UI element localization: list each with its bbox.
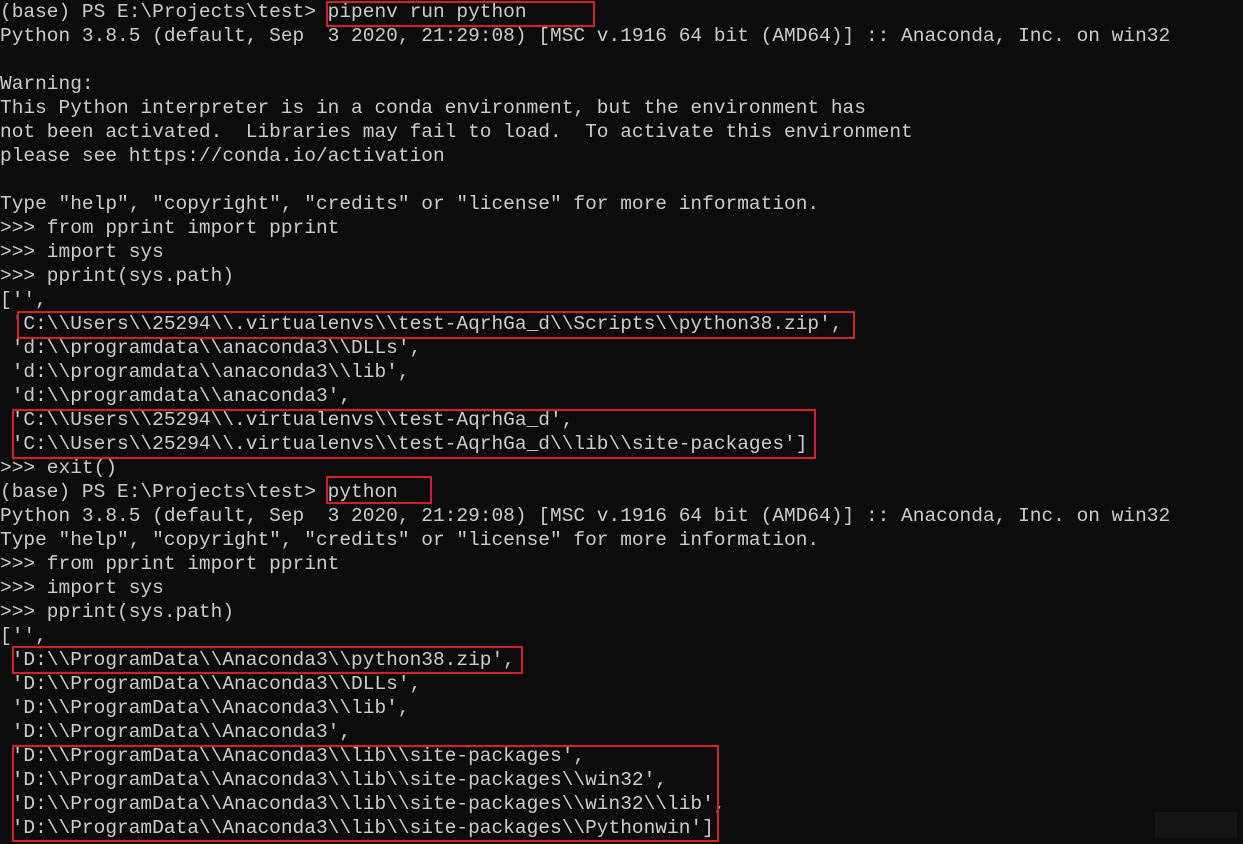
terminal-line: 'D:\\ProgramData\\Anaconda3\\DLLs', xyxy=(0,673,422,695)
highlight-python-command xyxy=(326,476,432,504)
highlight-conda-site-packages xyxy=(12,745,719,842)
terminal-line: ['', xyxy=(0,289,47,311)
terminal-line: not been activated. Libraries may fail t… xyxy=(0,121,913,143)
terminal-line: 'D:\\ProgramData\\Anaconda3', xyxy=(0,721,352,743)
terminal-line: >>> from pprint import pprint xyxy=(0,217,340,239)
watermark-logo xyxy=(1155,812,1237,838)
terminal-line: Python 3.8.5 (default, Sep 3 2020, 21:29… xyxy=(0,505,1171,527)
terminal-line: 'd:\\programdata\\anaconda3\\DLLs', xyxy=(0,337,422,359)
terminal-line: >>> import sys xyxy=(0,577,164,599)
terminal-line: Warning: xyxy=(0,73,94,95)
terminal-line: >>> exit() xyxy=(0,457,118,479)
terminal-line: Python 3.8.5 (default, Sep 3 2020, 21:29… xyxy=(0,25,1171,47)
terminal-line: This Python interpreter is in a conda en… xyxy=(0,97,866,119)
highlight-venv-zip-path xyxy=(17,311,855,339)
terminal-line: >>> from pprint import pprint xyxy=(0,553,340,575)
terminal-line: >>> pprint(sys.path) xyxy=(0,601,235,623)
terminal-line: >>> import sys xyxy=(0,241,164,263)
terminal-line: ['', xyxy=(0,625,47,647)
terminal-line: Type "help", "copyright", "credits" or "… xyxy=(0,529,820,551)
highlight-conda-zip-path xyxy=(12,646,523,674)
terminal-line: 'd:\\programdata\\anaconda3\\lib', xyxy=(0,361,410,383)
terminal-line: 'D:\\ProgramData\\Anaconda3\\lib', xyxy=(0,697,410,719)
highlight-pipenv-command xyxy=(326,1,595,27)
terminal-line: >>> pprint(sys.path) xyxy=(0,265,235,287)
terminal-line: Type "help", "copyright", "credits" or "… xyxy=(0,193,820,215)
highlight-venv-paths xyxy=(12,409,816,459)
terminal-line: please see https://conda.io/activation xyxy=(0,145,445,167)
terminal-line: 'd:\\programdata\\anaconda3', xyxy=(0,385,352,407)
